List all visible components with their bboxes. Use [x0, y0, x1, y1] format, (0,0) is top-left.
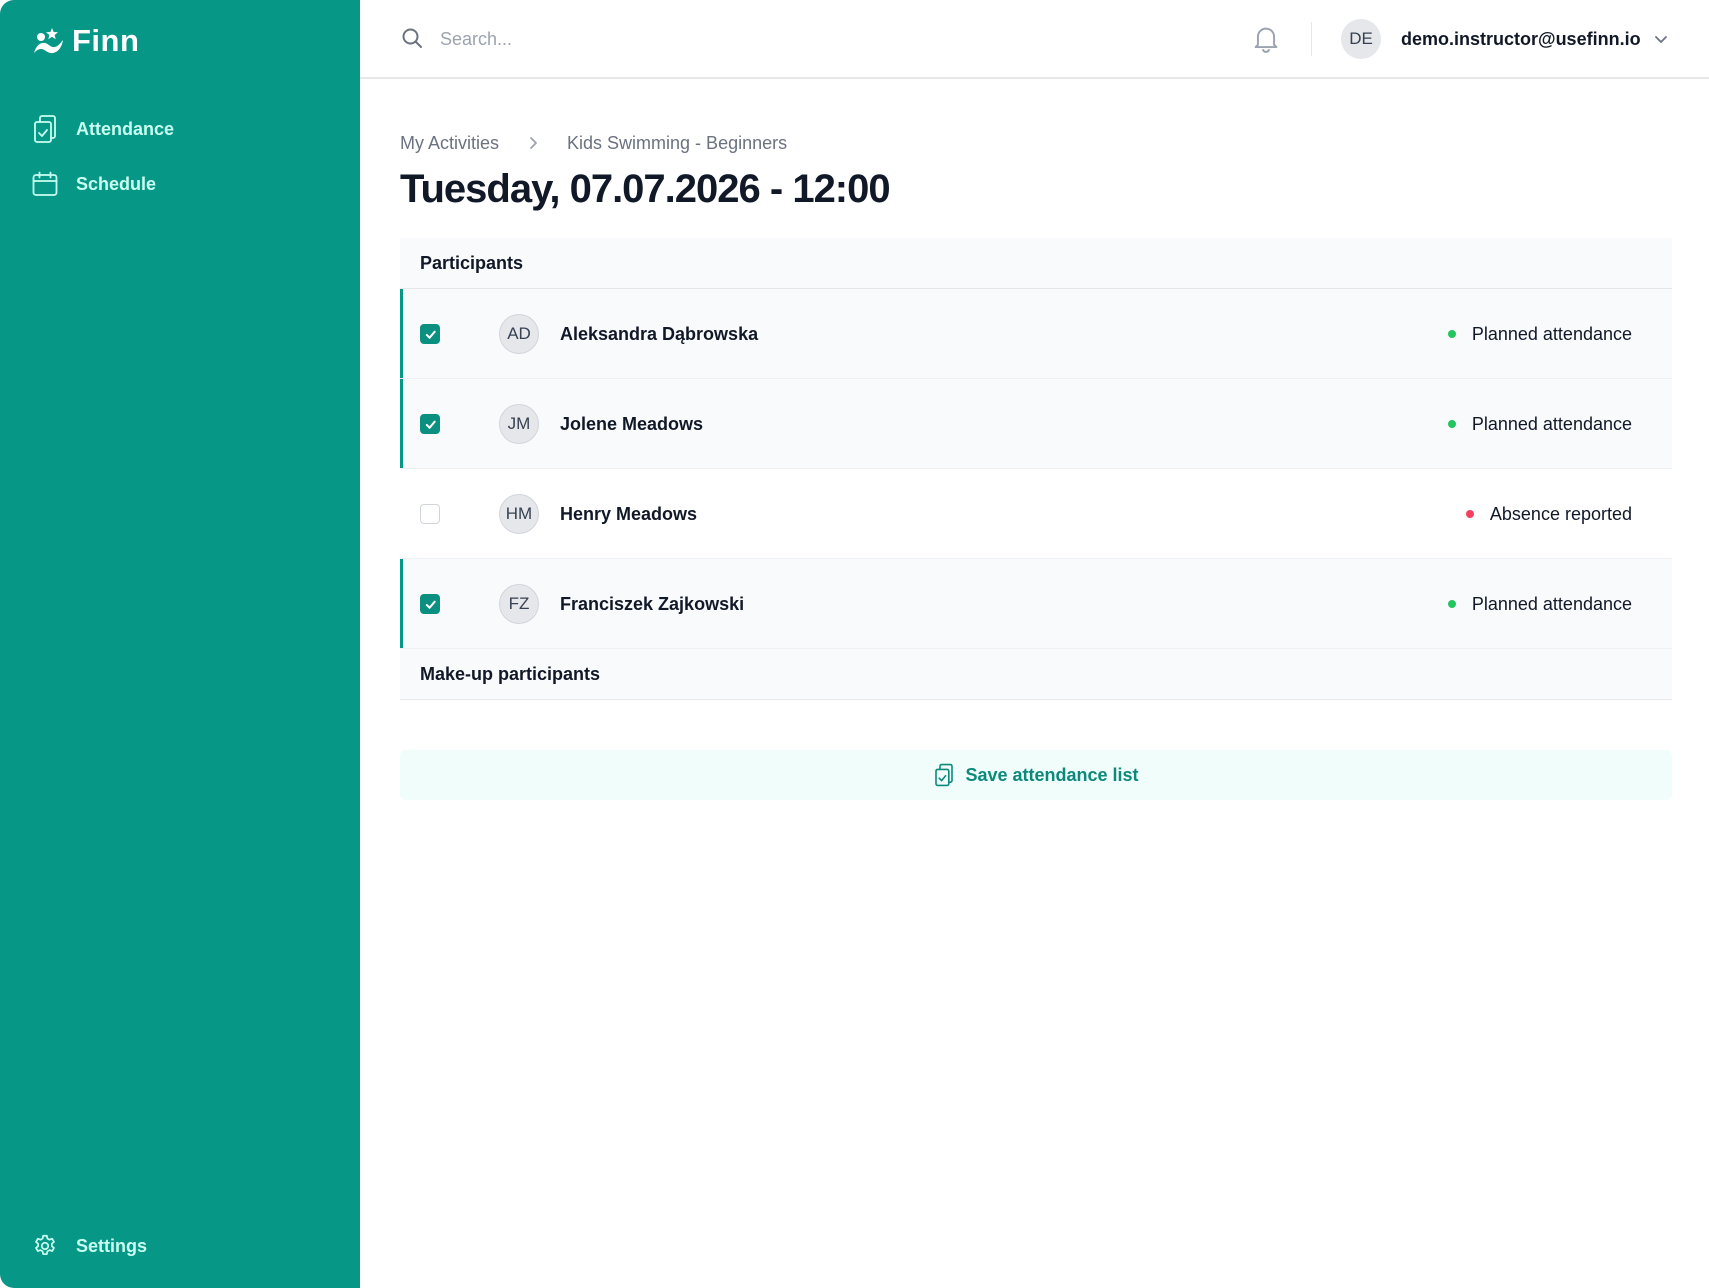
finn-logo[interactable]: Finn	[32, 22, 139, 60]
clipboard-check-icon	[935, 763, 954, 787]
participant-name: Franciszek Zajkowski	[560, 594, 745, 614]
sidebar-item-label: Settings	[76, 1235, 148, 1256]
sidebar: Finn Attendance Schedule Settings	[0, 0, 360, 1288]
breadcrumb: My Activities Kids Swimming - Beginners	[400, 131, 787, 155]
status-badge: Absence reported	[1465, 502, 1632, 526]
participant-name: Henry Meadows	[560, 504, 698, 524]
makeup-participants-header: Make-up participants	[400, 649, 1672, 700]
status-badge: Planned attendance	[1447, 592, 1632, 616]
avatar: FZ	[499, 584, 539, 624]
attendance-table: Participants AD Aleksandra Dąbrowska Pla…	[400, 238, 1672, 700]
attendance-checkbox[interactable]	[420, 594, 440, 614]
status-dot	[1447, 330, 1456, 338]
status-text: Planned attendance	[1471, 414, 1632, 434]
check-icon	[425, 330, 436, 339]
avatar[interactable]: DE	[1341, 19, 1381, 59]
calendar-icon	[32, 169, 58, 199]
status-badge: Planned attendance	[1447, 322, 1632, 346]
participant-name: Aleksandra Dąbrowska	[560, 324, 759, 344]
participants-header: Participants	[400, 238, 1672, 289]
chevron-right-icon	[530, 137, 537, 149]
sidebar-item-attendance[interactable]: Attendance	[32, 112, 174, 146]
participant-row[interactable]: HM Henry Meadows Absence reported	[400, 469, 1672, 559]
save-attendance-button[interactable]: Save attendance list	[400, 750, 1672, 800]
status-text: Planned attendance	[1471, 594, 1632, 614]
status-text: Absence reported	[1489, 504, 1632, 524]
status-dot	[1447, 600, 1456, 608]
attendance-checkbox[interactable]	[420, 324, 440, 344]
check-icon	[425, 600, 436, 609]
check-icon	[425, 420, 436, 429]
avatar: JM	[499, 404, 539, 444]
top-bar: DE demo.instructor@usefinn.io	[360, 0, 1709, 79]
status-badge: Planned attendance	[1447, 412, 1632, 436]
page-title: Tuesday, 07.07.2026 - 12:00	[400, 167, 891, 211]
participant-row[interactable]: AD Aleksandra Dąbrowska Planned attendan…	[400, 289, 1672, 379]
bell-icon[interactable]	[1252, 24, 1280, 54]
breadcrumb-activity[interactable]: Kids Swimming - Beginners	[567, 131, 787, 155]
status-text: Planned attendance	[1471, 324, 1632, 344]
breadcrumb-my-activities[interactable]: My Activities	[400, 131, 499, 155]
attendance-checkbox[interactable]	[420, 414, 440, 434]
chevron-down-icon[interactable]	[1653, 31, 1669, 47]
sidebar-item-schedule[interactable]: Schedule	[32, 167, 174, 201]
app-name: Finn	[72, 23, 140, 58]
avatar: AD	[499, 314, 539, 354]
save-button-label: Save attendance list	[965, 764, 1139, 785]
divider	[1311, 22, 1312, 56]
participant-row[interactable]: FZ Franciszek Zajkowski Planned attendan…	[400, 559, 1672, 649]
user-email[interactable]: demo.instructor@usefinn.io	[1401, 27, 1641, 51]
sidebar-item-settings[interactable]: Settings	[32, 1229, 147, 1263]
participant-row[interactable]: JM Jolene Meadows Planned attendance	[400, 379, 1672, 469]
sidebar-item-label: Attendance	[76, 118, 175, 139]
status-dot	[1465, 510, 1474, 518]
gear-icon	[32, 1231, 58, 1261]
attendance-checkbox[interactable]	[420, 504, 440, 524]
sidebar-item-label: Schedule	[76, 173, 157, 194]
participant-name: Jolene Meadows	[560, 414, 704, 434]
finn-logo-icon	[34, 28, 63, 54]
search-input[interactable]	[440, 22, 1040, 56]
status-dot	[1447, 420, 1456, 428]
avatar: HM	[499, 494, 539, 534]
search-icon	[402, 28, 422, 48]
sidebar-nav: Attendance Schedule	[32, 112, 174, 222]
clipboard-check-icon	[32, 114, 58, 144]
